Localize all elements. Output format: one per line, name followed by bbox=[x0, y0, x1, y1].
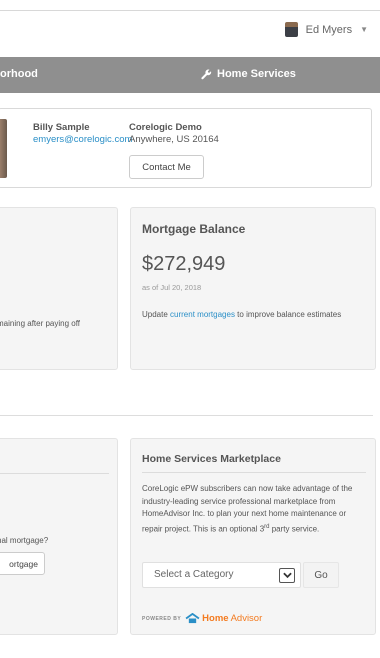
nav-tab-neighborhood[interactable]: orhood bbox=[0, 68, 38, 80]
user-name: Ed Myers bbox=[305, 23, 353, 36]
home-services-card: Home Services Marketplace CoreLogic ePW … bbox=[130, 438, 376, 635]
refinance-card: nal mortgage? ortgage bbox=[0, 438, 118, 635]
house-icon bbox=[185, 613, 200, 624]
main-nav: orhood Home Services bbox=[0, 57, 380, 93]
top-bar: Ed Myers ▼ bbox=[0, 10, 380, 52]
wrench-icon bbox=[201, 68, 212, 79]
mortgage-balance-date: as of Jul 20, 2018 bbox=[142, 283, 202, 292]
home-services-title: Home Services Marketplace bbox=[142, 453, 281, 465]
powered-by-label: POWERED BY bbox=[142, 615, 182, 622]
homeadvisor-logo: Home Advisor bbox=[185, 613, 262, 624]
chevron-down-icon bbox=[282, 572, 292, 579]
home-services-description: CoreLogic ePW subscribers can now take a… bbox=[142, 483, 366, 536]
category-select[interactable]: Select a Category bbox=[142, 562, 301, 588]
current-mortgages-link[interactable]: current mortgages bbox=[170, 310, 235, 319]
mortgage-balance-card: Mortgage Balance $272,949 as of Jul 20, … bbox=[130, 207, 376, 370]
chevron-down-icon bbox=[279, 568, 295, 583]
nav-tab-home-services[interactable]: Home Services bbox=[201, 68, 296, 80]
category-select-value: Select a Category bbox=[154, 569, 234, 580]
description-text: CoreLogic ePW subscribers can now take a… bbox=[142, 484, 353, 534]
section-divider bbox=[0, 415, 373, 416]
brand-advisor: Advisor bbox=[230, 613, 263, 624]
go-button[interactable]: Go bbox=[303, 562, 339, 588]
mortgage-balance-title: Mortgage Balance bbox=[142, 222, 246, 236]
chevron-down-icon: ▼ bbox=[360, 25, 368, 34]
agent-photo bbox=[0, 119, 7, 178]
company-address: Anywhere, US 20164 bbox=[129, 134, 219, 145]
contact-me-button[interactable]: Contact Me bbox=[129, 155, 204, 179]
refinance-question: nal mortgage? bbox=[0, 536, 49, 545]
agent-card: Billy Sample emyers@corelogic.com Corelo… bbox=[0, 108, 372, 188]
card-rule bbox=[142, 472, 366, 473]
brand-home: Home bbox=[202, 613, 229, 624]
note-suffix: to improve balance estimates bbox=[234, 310, 342, 319]
mortgage-balance-note: Update current mortgages to improve bala… bbox=[142, 308, 357, 321]
add-mortgage-button[interactable]: ortgage bbox=[0, 552, 45, 575]
user-avatar bbox=[284, 22, 298, 37]
equity-card: maining after paying off bbox=[0, 207, 118, 370]
powered-by-homeadvisor: POWERED BY Home Advisor bbox=[142, 613, 262, 624]
company-name: Corelogic Demo bbox=[129, 122, 202, 133]
equity-remaining-text: maining after paying off bbox=[0, 319, 81, 328]
agent-email-link[interactable]: emyers@corelogic.com bbox=[33, 134, 132, 145]
description-end: party service. bbox=[269, 524, 320, 534]
nav-tab-label: Home Services bbox=[217, 68, 296, 80]
user-menu[interactable]: Ed Myers ▼ bbox=[284, 22, 368, 37]
mortgage-balance-amount: $272,949 bbox=[142, 253, 226, 275]
agent-name: Billy Sample bbox=[33, 122, 90, 133]
card-rule bbox=[0, 473, 109, 474]
note-prefix: Update bbox=[142, 310, 171, 319]
